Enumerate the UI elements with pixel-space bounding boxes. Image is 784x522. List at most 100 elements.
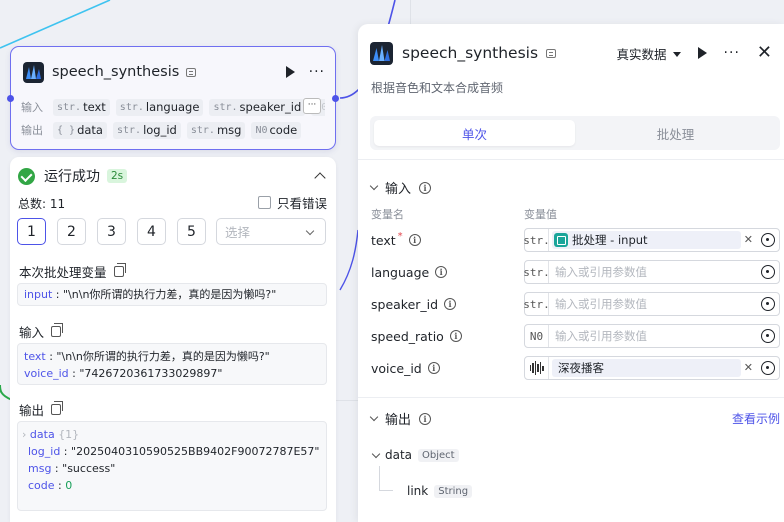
output-box: › data {1} log_id : "2025040310590525BB9… [17, 421, 327, 511]
canvas-divider [410, 0, 411, 24]
input-title: 输入 [19, 322, 64, 341]
info-icon[interactable]: i [419, 181, 432, 194]
clear-icon[interactable]: ✕ [744, 361, 753, 374]
output-tag: { } data [53, 121, 107, 139]
var-row-language: language i str. 输入或引用参数值 [371, 260, 780, 284]
page-button[interactable]: 2 [57, 218, 86, 245]
panel-description: 根据音色和文本合成音频 [371, 81, 504, 95]
run-icon[interactable] [285, 66, 295, 78]
input-section-header[interactable]: 输入 i [369, 178, 432, 197]
more-icon[interactable]: ··· [724, 46, 740, 60]
input-tag: str. text [53, 98, 110, 116]
only-errors-label: 只看错误 [276, 196, 327, 211]
output-title: 输出 [19, 400, 64, 419]
page-button[interactable]: 5 [177, 218, 206, 245]
copy-icon[interactable] [51, 401, 64, 415]
outputs-label: 输出 [21, 124, 43, 137]
app-logo-icon [23, 61, 44, 83]
copy-icon[interactable] [113, 263, 126, 277]
tree-connector [379, 466, 393, 491]
output-tree-link: link String [407, 484, 473, 498]
info-icon[interactable]: i [408, 234, 421, 246]
info-icon[interactable]: i [427, 362, 440, 374]
total-count: 总数: 11 [18, 197, 66, 211]
text-value-field[interactable]: str. 批处理 - input ✕ [523, 228, 780, 252]
only-errors-checkbox[interactable] [257, 196, 271, 209]
panel-title: speech_synthesis [402, 44, 539, 62]
chevron-down-icon [369, 412, 379, 422]
reference-icon[interactable] [761, 265, 775, 279]
output-tag: str. msg [186, 121, 246, 139]
page-button[interactable]: 1 [17, 218, 46, 245]
chevron-down-icon[interactable] [371, 449, 381, 458]
more-inputs-button[interactable]: ··· [303, 98, 321, 114]
page-button[interactable]: 3 [97, 218, 126, 245]
speed-ratio-value-field[interactable]: N0 输入或引用参数值 [524, 324, 780, 348]
voice-id-value-field[interactable]: 深夜播客 ✕ [524, 356, 780, 380]
type-badge: str. [523, 261, 550, 283]
close-icon[interactable]: ✕ [757, 44, 772, 62]
input-tag: str. language [115, 98, 204, 116]
language-value-field[interactable]: str. 输入或引用参数值 [523, 260, 780, 284]
doc-icon[interactable] [186, 67, 197, 77]
data-mode-select[interactable]: 真实数据 [617, 44, 681, 63]
output-tag: N0 code [251, 121, 302, 139]
input-box: text : "\n\n你所谓的执行力差，真的是因为懒吗?" voice_id … [17, 343, 327, 385]
field-placeholder: 输入或引用参数值 [555, 265, 647, 279]
more-icon[interactable]: ··· [309, 65, 325, 79]
output-port[interactable] [332, 95, 339, 102]
ref-chip[interactable]: 批处理 - input [552, 231, 741, 249]
clear-icon[interactable]: ✕ [744, 233, 753, 246]
reference-icon[interactable] [761, 329, 775, 343]
col-name-header: 变量名 [371, 208, 404, 221]
speaker-id-value-field[interactable]: str. 输入或引用参数值 [523, 292, 780, 316]
info-icon[interactable]: i [435, 266, 448, 278]
panel-header: speech_synthesis 真实数据 ··· ✕ [370, 40, 772, 66]
type-badge: str. [523, 293, 550, 315]
batch-vars-title: 本次批处理变量 [19, 262, 126, 281]
test-run-panel: speech_synthesis 真实数据 ··· ✕ 根据音色和文本合成音频 … [358, 24, 784, 522]
output-tag: str. log_id [112, 121, 181, 139]
node-outputs: 输出 { } data str. log_id str. msg N0 code [21, 120, 325, 140]
batch-vars-box: input : "\n\n你所谓的执行力差，真的是因为懒吗?" [17, 283, 327, 306]
duration-badge: 2s [107, 169, 128, 183]
reference-icon[interactable] [761, 361, 775, 375]
result-header[interactable]: 运行成功 2s [18, 165, 328, 187]
reference-icon[interactable] [761, 233, 775, 247]
reference-icon[interactable] [761, 297, 775, 311]
select-placeholder: 选择 [225, 225, 251, 240]
run-result-panel: 运行成功 2s 总数: 11 只看错误 1 2 3 4 5 选择 本次批处理变量… [10, 157, 336, 522]
output-tree-data[interactable]: data Object [371, 448, 459, 462]
view-example-link[interactable]: 查看示例 [732, 410, 780, 427]
chevron-down-icon [305, 226, 315, 236]
caret-down-icon [672, 51, 681, 57]
col-value-header: 变量值 [524, 208, 557, 221]
chevron-up-icon[interactable] [314, 172, 326, 184]
info-icon[interactable]: i [419, 412, 432, 425]
only-errors-toggle[interactable]: 只看错误 [257, 193, 327, 212]
node-card[interactable]: speech_synthesis ··· 输入 str. text str. lan… [7, 46, 339, 150]
input-tag: str. speaker_id [209, 98, 306, 116]
chevron-down-icon [369, 181, 379, 191]
canvas-divider [336, 400, 358, 401]
info-icon[interactable]: i [444, 298, 457, 310]
voice-chip[interactable]: 深夜播客 [552, 359, 741, 377]
node-header: speech_synthesis ··· [23, 59, 325, 85]
run-icon[interactable] [697, 47, 707, 59]
copy-icon[interactable] [51, 323, 64, 337]
status-text: 运行成功 [44, 169, 100, 185]
info-icon[interactable]: i [449, 330, 462, 342]
page-button[interactable]: 4 [137, 218, 166, 245]
batch-ref-icon [554, 233, 568, 247]
tab-single[interactable]: 单次 [374, 120, 575, 146]
node-title: speech_synthesis [52, 64, 180, 80]
var-row-text: text * i str. 批处理 - input ✕ [371, 228, 780, 252]
input-port[interactable] [7, 95, 14, 102]
type-tag: Object [418, 448, 459, 462]
inputs-label: 输入 [21, 101, 43, 114]
output-section-header[interactable]: 输出 i [369, 409, 432, 428]
app-logo-icon [370, 41, 393, 65]
tab-batch[interactable]: 批处理 [575, 120, 776, 146]
batch-select[interactable]: 选择 [216, 218, 326, 245]
doc-icon[interactable] [546, 48, 557, 58]
